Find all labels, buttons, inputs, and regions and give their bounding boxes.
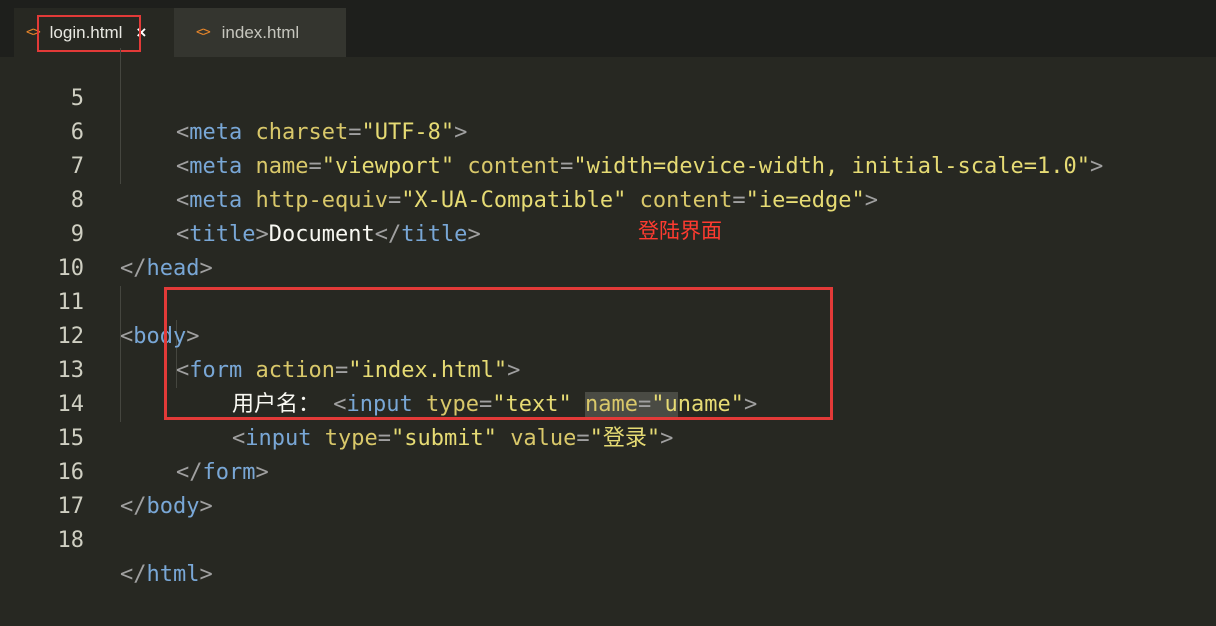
code-line: 8 <title>Document</title> [0,150,1216,247]
code-line: 17 [0,456,1216,519]
html-file-icon: <> [196,25,211,40]
form-highlight-box [164,287,833,420]
tab-highlight-box [37,15,141,52]
code-line: 6 <meta name="viewport" content="width=d… [0,82,1216,179]
tab-label: index.html [221,22,300,42]
code-line: 9 </head> [0,184,1216,281]
code-line: 5 <meta charset="UTF-8"> [0,48,1216,145]
annotation-label: 登陆界面 [638,219,722,243]
line-content: </html> [120,562,213,587]
code-line: 18 </html> [0,490,1216,587]
code-line: 7 <meta http-equiv="X-UA-Compatible" con… [0,116,1216,213]
code-line: 11 <body> [0,252,1216,349]
code-line: 10 [0,218,1216,281]
code-line: 16 </body> [0,422,1216,519]
line-number: 18 [57,528,85,553]
